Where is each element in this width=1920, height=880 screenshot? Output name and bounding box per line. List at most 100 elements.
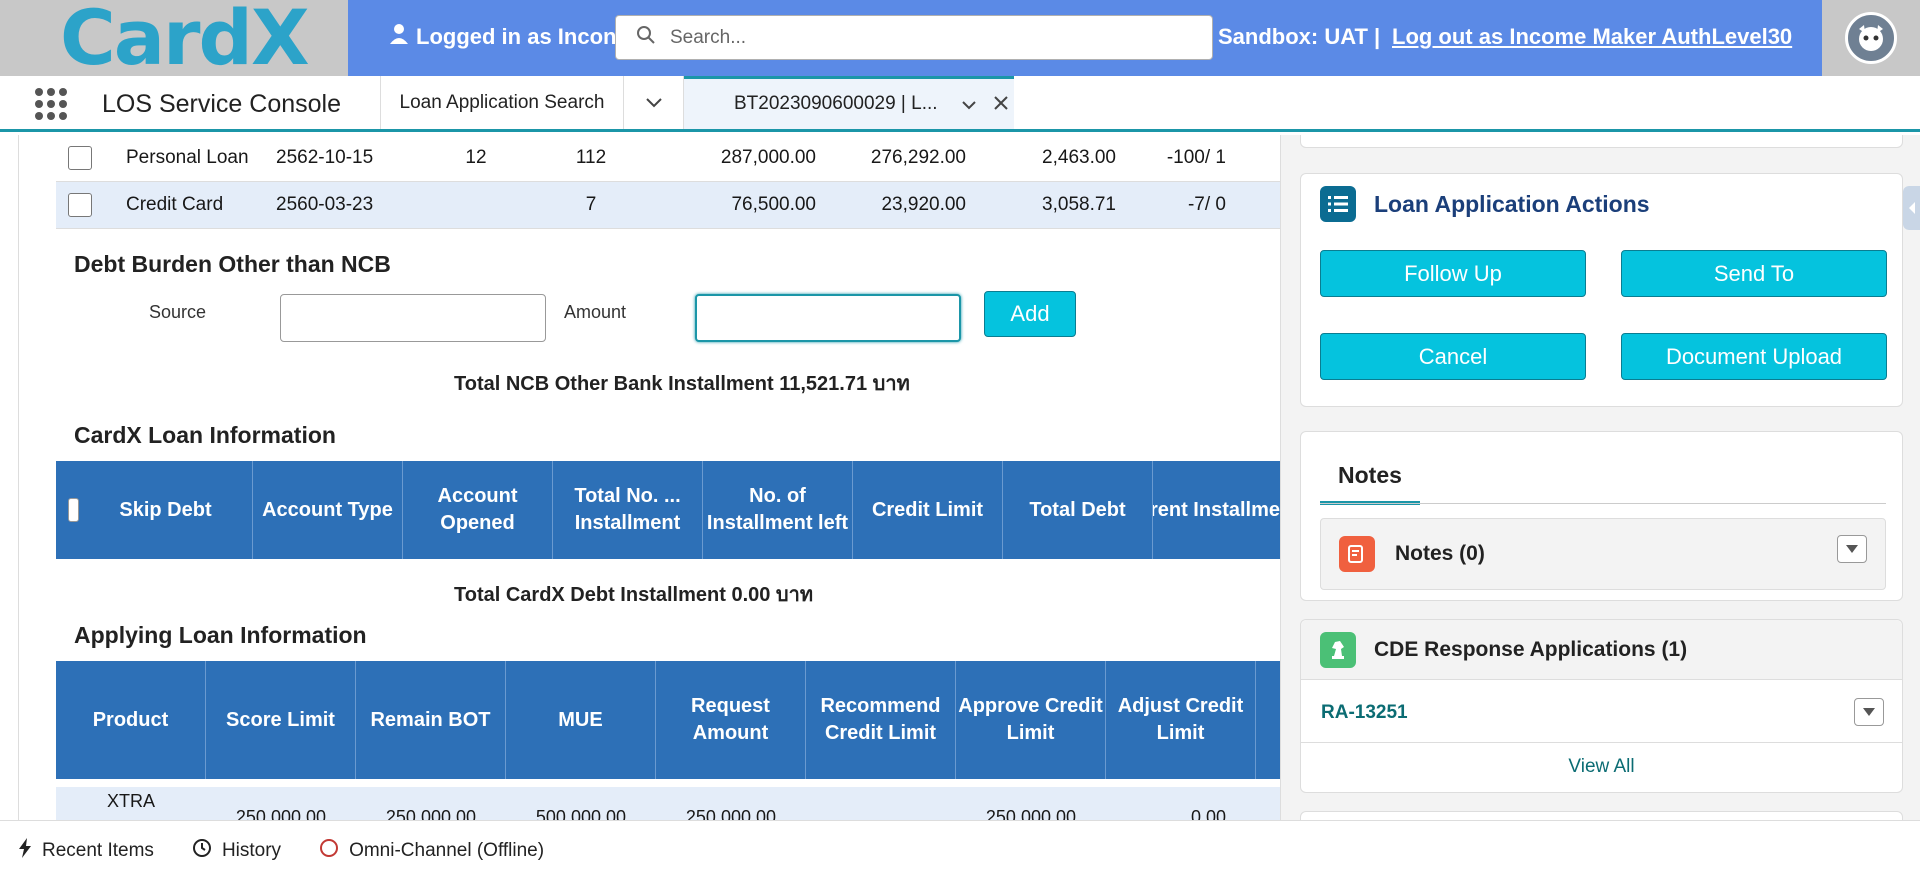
nav-menu-chevron[interactable]	[624, 76, 684, 129]
previous-card	[1300, 135, 1903, 148]
col-total-installment[interactable]: Total No. ... Installment	[553, 461, 703, 559]
recent-items-button[interactable]: Recent Items	[18, 837, 154, 864]
offline-status-icon	[319, 838, 339, 864]
col-account-type[interactable]: Account Type	[253, 461, 403, 559]
cell-request-amount: 250,000.00	[685, 807, 776, 820]
notes-icon	[1339, 536, 1375, 572]
applying-loan-header: Product Score Limit Remain BOT MUE Reque…	[56, 661, 1280, 779]
tab-loan-application-search[interactable]: Loan Application Search	[380, 76, 624, 129]
chevron-down-icon[interactable]	[961, 94, 976, 115]
omni-channel-button[interactable]: Omni-Channel (Offline)	[319, 838, 544, 864]
notes-card: Notes Notes (0)	[1300, 431, 1903, 601]
select-all-cell	[56, 461, 79, 559]
notes-dropdown-button[interactable]	[1837, 535, 1867, 563]
cell-opened: 2562-10-15	[276, 147, 374, 168]
col-total-debt[interactable]: Total Debt	[1003, 461, 1153, 559]
cardx-logo[interactable]: CardX	[60, 0, 310, 76]
cell-debt: 23,920.00	[881, 194, 966, 215]
right-sidebar: Loan Application Actions Follow Up Send …	[1280, 135, 1920, 820]
debt-burden-title: Debt Burden Other than NCB	[74, 251, 391, 277]
cde-divider	[1301, 742, 1902, 743]
view-all-link[interactable]: View All	[1301, 756, 1902, 778]
add-button[interactable]: Add	[984, 291, 1076, 337]
cell-adjust-credit-limit: 0.00	[1190, 807, 1226, 820]
console-navbar: LOS Service Console Loan Application Sea…	[0, 76, 1920, 132]
send-to-button[interactable]: Send To	[1621, 250, 1887, 297]
source-input[interactable]	[280, 294, 546, 342]
row-checkbox[interactable]	[68, 146, 92, 170]
cell-remain-bot: 250,000.00	[385, 807, 476, 820]
cell-approve-credit-limit: 250,000.00	[985, 807, 1076, 820]
cell-installment: 2,463.00	[1042, 147, 1116, 168]
cell-mue: 500,000.00	[535, 807, 626, 820]
app-launcher-icon[interactable]	[35, 88, 67, 120]
cell-n2: 112	[575, 147, 607, 168]
cde-item-link[interactable]: RA-13251	[1321, 702, 1408, 724]
cancel-button[interactable]: Cancel	[1320, 333, 1586, 380]
cell-debt: 276,292.00	[870, 147, 966, 168]
col-mue[interactable]: MUE	[506, 661, 656, 779]
logout-link[interactable]: Log out as Income Maker AuthLevel30	[1392, 24, 1792, 50]
col-account-opened[interactable]: Account Opened	[403, 461, 553, 559]
tab-loan-application-record[interactable]: BT2023090600029 | L...	[684, 76, 1014, 129]
side-panel-toggle[interactable]	[1903, 186, 1920, 230]
col-current-installment[interactable]: Current Installme	[1153, 461, 1280, 559]
col-adjust-credit-limit[interactable]: Adjust Credit Limit	[1106, 661, 1256, 779]
cardx-loan-title: CardX Loan Information	[74, 422, 336, 448]
cell-amount: 76,500.00	[731, 194, 816, 215]
lightning-icon	[18, 837, 32, 864]
follow-up-button[interactable]: Follow Up	[1320, 250, 1586, 297]
notes-item-label: Notes (0)	[1395, 542, 1485, 565]
select-all-checkbox[interactable]	[68, 498, 79, 522]
next-card	[1300, 811, 1903, 820]
global-search[interactable]	[615, 15, 1213, 60]
cell-n1: 12	[465, 147, 487, 168]
utility-bar: Recent Items History Omni-Channel (Offli…	[0, 820, 1920, 880]
col-request-amount[interactable]: Request Amount	[656, 661, 806, 779]
cell-amount: 287,000.00	[720, 147, 816, 168]
avatar-icon	[1845, 12, 1897, 64]
close-icon[interactable]	[993, 94, 1008, 115]
cell-score-limit: 250,000.00	[235, 807, 326, 820]
avatar[interactable]	[1822, 0, 1920, 76]
history-label: History	[221, 839, 282, 861]
cell-recommend-credit-limit	[806, 787, 956, 820]
notes-item[interactable]: Notes (0)	[1320, 518, 1886, 590]
loan-detail-main: Personal Loan 2562-10-15 12 112 287,000.…	[18, 135, 1281, 820]
cde-item-dropdown-button[interactable]	[1854, 698, 1884, 726]
col-credit-limit[interactable]: Credit Limit	[853, 461, 1003, 559]
recent-items-label: Recent Items	[42, 839, 154, 861]
sandbox-label: Sandbox: UAT |	[1218, 24, 1381, 49]
cardx-loan-header: Skip Debt Account Type Account Opened To…	[56, 461, 1280, 559]
search-input[interactable]	[670, 26, 1190, 49]
document-upload-button[interactable]: Document Upload	[1621, 333, 1887, 380]
clock-icon	[192, 838, 212, 864]
col-score-limit[interactable]: Score Limit	[206, 661, 356, 779]
cell-product: XTRA	[106, 791, 155, 811]
col-skip-debt[interactable]: Skip Debt	[79, 461, 253, 559]
col-product[interactable]: Product	[56, 661, 206, 779]
ncb-total: Total NCB Other Bank Installment 11,521.…	[454, 373, 910, 395]
ncb-table: Personal Loan 2562-10-15 12 112 287,000.…	[56, 135, 1280, 229]
user-icon	[390, 24, 408, 50]
cde-response-card: CDE Response Applications (1) RA-13251 V…	[1300, 619, 1903, 793]
search-icon	[636, 25, 656, 50]
row-checkbox[interactable]	[68, 193, 92, 217]
notes-tab[interactable]: Notes	[1320, 462, 1420, 505]
amount-label: Amount	[564, 302, 627, 322]
notes-divider	[1320, 503, 1886, 504]
col-remain-bot[interactable]: Remain BOT	[356, 661, 506, 779]
cell-type: Credit Card	[126, 194, 224, 215]
col-approve-credit-limit[interactable]: Approve Credit Limit	[956, 661, 1106, 779]
global-header: CardX Logged in as Incon Sandbox: UAT | …	[0, 0, 1920, 76]
cell-extra: -7/ 0	[1187, 194, 1226, 215]
amount-input[interactable]	[695, 294, 961, 342]
col-recommend-credit-limit[interactable]: Recommend Credit Limit	[806, 661, 956, 779]
col-installment-left[interactable]: No. of Installment left	[703, 461, 853, 559]
tab-label: BT2023090600029 | L...	[734, 93, 938, 114]
cell-installment: 3,058.71	[1042, 194, 1116, 215]
cardx-total: Total CardX Debt Installment 0.00 บาท	[454, 584, 814, 606]
loan-actions-card: Loan Application Actions Follow Up Send …	[1300, 173, 1903, 407]
history-button[interactable]: History	[192, 838, 281, 864]
logged-in-label: Logged in as Incon	[390, 24, 616, 50]
